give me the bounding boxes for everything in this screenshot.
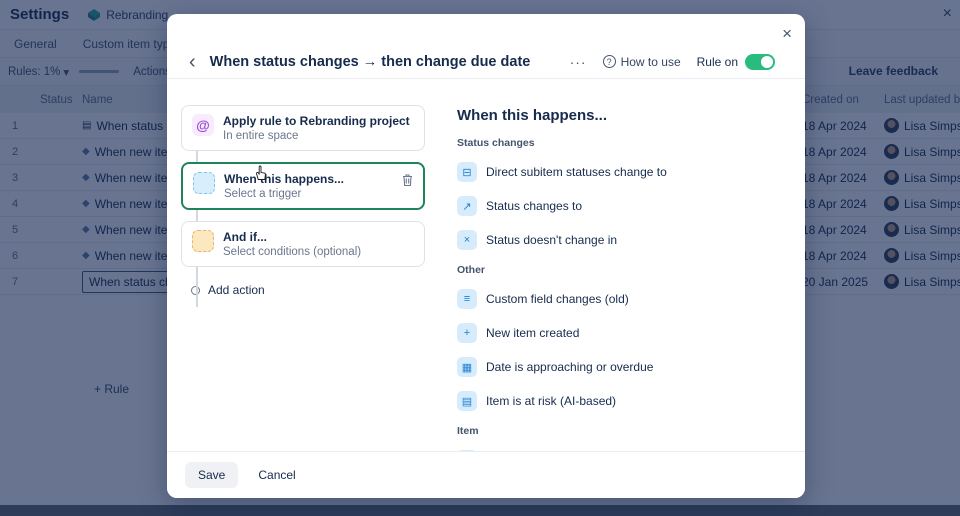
clipboard-ai-icon: ▤: [457, 391, 477, 411]
trash-icon[interactable]: [401, 173, 414, 192]
rule-on-label: Rule on: [696, 54, 738, 69]
step-trigger[interactable]: When this happens... Select a trigger: [181, 162, 425, 210]
trigger-direct-subitem-statuses[interactable]: ⊟ Direct subitem statuses change to: [457, 158, 781, 186]
trigger-date-approaching[interactable]: ▦ Date is approaching or overdue: [457, 353, 781, 381]
step-conditions[interactable]: And if... Select conditions (optional): [181, 221, 425, 267]
cursor-pointer-icon: [253, 164, 268, 186]
trigger-picker-heading: When this happens...: [457, 107, 608, 124]
modal-close-icon[interactable]: ×: [782, 24, 792, 44]
rule-scope-icon: @: [192, 114, 214, 136]
rule-editor-modal: × ‹ When status changes → then change du…: [167, 14, 805, 498]
add-action-label: Add action: [208, 283, 265, 297]
modal-header: ‹ When status changes → then change due …: [167, 44, 805, 79]
step-apply-rule[interactable]: @ Apply rule to Rebranding project In en…: [181, 105, 425, 151]
trigger-picker-pane: When this happens... Status changes ⊟ Di…: [439, 79, 805, 451]
trigger-status-doesnt-change[interactable]: × Status doesn't change in: [457, 226, 781, 254]
step-subtitle: Select conditions (optional): [223, 246, 362, 258]
add-action-button[interactable]: Add action: [191, 283, 425, 297]
section-status-changes: Status changes: [457, 137, 535, 149]
status-no-change-icon: ×: [457, 230, 477, 250]
how-to-use-link[interactable]: ? How to use: [602, 54, 681, 69]
status-change-icon: ↗: [457, 196, 477, 216]
step-title: And if...: [223, 230, 267, 244]
rule-steps-pane: @ Apply rule to Rebranding project In en…: [167, 79, 439, 451]
trigger-custom-field-changes[interactable]: ≡ Custom field changes (old): [457, 285, 781, 313]
step-title: Apply rule to Rebranding project: [223, 114, 410, 128]
bottom-edge: [0, 505, 960, 516]
step-subtitle: In entire space: [223, 130, 299, 142]
step-title: When this happens...: [224, 172, 345, 186]
rule-on-toggle[interactable]: [745, 53, 775, 70]
how-to-use-label: How to use: [620, 54, 681, 69]
plus-icon: +: [457, 323, 477, 343]
back-chevron-icon[interactable]: ‹: [189, 52, 196, 72]
help-icon: ?: [602, 55, 616, 68]
custom-field-icon: ≡: [457, 289, 477, 309]
conditions-placeholder-icon: [192, 230, 214, 252]
more-menu-icon[interactable]: ···: [570, 54, 587, 70]
cancel-button[interactable]: Cancel: [248, 462, 305, 488]
section-other: Other: [457, 264, 486, 276]
section-item: Item: [457, 425, 479, 437]
step-subtitle: Select a trigger: [224, 188, 302, 200]
trigger-placeholder-icon: [193, 172, 215, 194]
modal-footer: Save Cancel: [167, 451, 805, 498]
trigger-new-item-created[interactable]: + New item created: [457, 319, 781, 347]
trigger-status-changes-to[interactable]: ↗ Status changes to: [457, 192, 781, 220]
save-button[interactable]: Save: [185, 462, 239, 488]
calendar-icon: ▦: [457, 357, 477, 377]
trigger-item-at-risk[interactable]: ▤ Item is at risk (AI-based): [457, 387, 781, 415]
modal-title: When status changes → then change due da…: [209, 53, 531, 70]
subitem-status-icon: ⊟: [457, 162, 477, 182]
